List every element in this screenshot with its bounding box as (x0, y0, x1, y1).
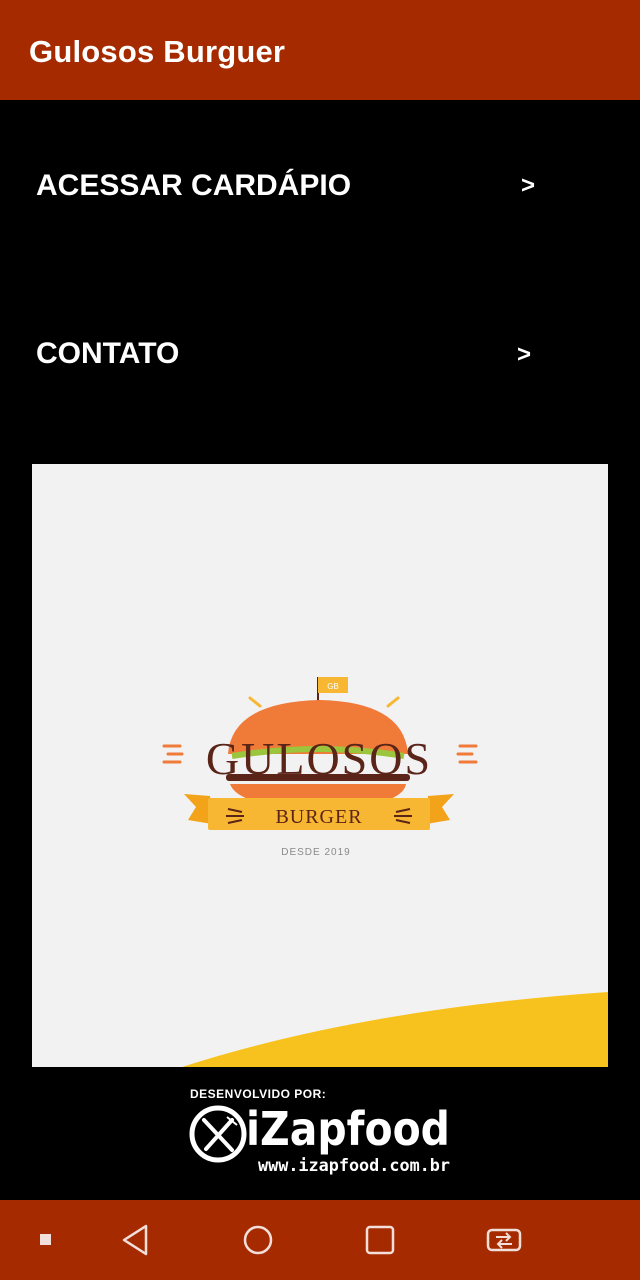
cutlery-icon (189, 1105, 247, 1163)
menu-item-label: CONTATO (36, 337, 180, 370)
menu-item-cardapio[interactable]: ACESSAR CARDÁPIO > (0, 126, 640, 246)
logo-title: GULOSOS (206, 733, 432, 784)
logo-banner: GB GULOSOS BURGER DESDE 2019 (32, 464, 608, 1067)
brand-url: www.izapfood.com.br (258, 1156, 450, 1176)
chevron-right-icon: > (517, 341, 532, 368)
recents-icon[interactable] (358, 1218, 402, 1262)
developed-by-label: DESENVOLVIDO POR: (190, 1087, 326, 1101)
system-nav-bar (0, 1200, 640, 1280)
chevron-right-icon: > (521, 172, 536, 199)
logo-ribbon-text: BURGER (275, 806, 362, 828)
small-square-icon[interactable] (24, 1218, 68, 1262)
gulosos-burger-logo: GB GULOSOS BURGER DESDE 2019 (162, 677, 608, 1067)
izapfood-brand: DESENVOLVIDO POR: iZapfood www.izapfood.… (189, 1087, 450, 1176)
footer: DESENVOLVIDO POR: iZapfood www.izapfood.… (0, 1067, 640, 1200)
brand-name: iZapfood (246, 1102, 450, 1156)
back-icon[interactable] (114, 1218, 158, 1262)
svg-text:GB: GB (327, 682, 339, 691)
app-title: Gulosos Burguer (29, 34, 286, 69)
home-icon[interactable] (236, 1218, 280, 1262)
logo-since-text: DESDE 2019 (281, 847, 350, 858)
app-bar: Gulosos Burguer (0, 0, 640, 100)
menu-item-label: ACESSAR CARDÁPIO (36, 169, 352, 202)
menu-item-contato[interactable]: CONTATO > (0, 294, 640, 414)
switch-app-icon[interactable] (482, 1218, 526, 1262)
yellow-wave-shape (182, 992, 608, 1067)
